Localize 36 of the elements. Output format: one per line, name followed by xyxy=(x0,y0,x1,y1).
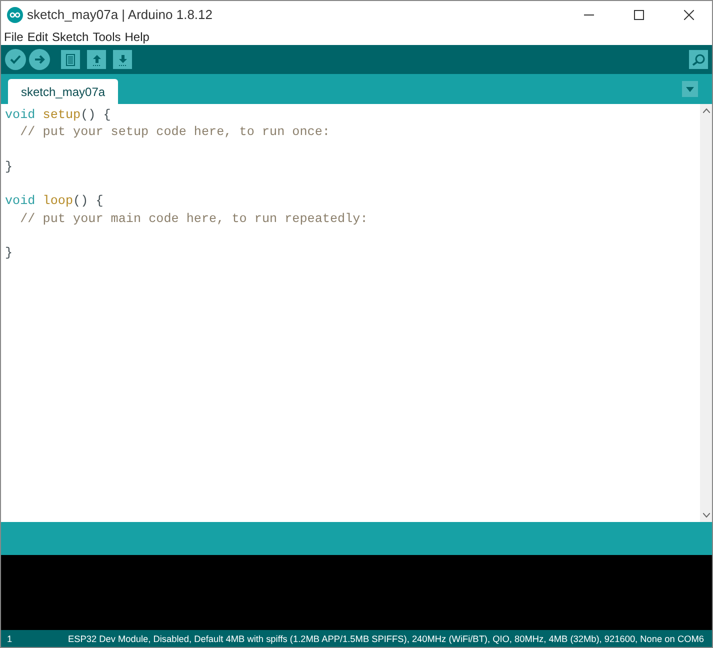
board-info: ESP32 Dev Module, Disabled, Default 4MB with spiffs (1.2MB APP/1.5MB SPIFFS), 240MHz (WiFi/BT), QIO, 80MHz, 4MB (32Mb), 921600, None on COM6 xyxy=(68,634,704,644)
upload-button[interactable] xyxy=(29,49,50,70)
line-number: 1 xyxy=(7,634,12,644)
minimize-icon xyxy=(584,14,594,16)
menu-item[interactable]: Tools xyxy=(92,30,121,44)
code-line: void setup() { xyxy=(5,107,112,124)
sketch-tab[interactable]: sketch_may07a xyxy=(8,79,118,104)
check-icon xyxy=(10,55,21,64)
arrow-right-icon xyxy=(34,55,44,64)
menu-item[interactable]: File xyxy=(4,30,24,44)
document-icon xyxy=(66,54,75,66)
scroll-down-icon xyxy=(702,513,710,518)
menu-item[interactable]: Help xyxy=(124,30,150,44)
code-editor[interactable]: void setup() { // put your setup code here, to run once: } void loop() { // put your main code here, to run repeatedly: } xyxy=(1,104,700,522)
code-line: // put your main code here, to run repeatedly: xyxy=(19,210,369,228)
search-icon xyxy=(692,53,706,66)
caret-icon xyxy=(686,86,694,92)
code-line: } xyxy=(5,158,14,176)
code-line: void loop() { xyxy=(5,193,104,210)
code-line: } xyxy=(5,245,14,262)
maximize-icon xyxy=(634,10,644,20)
code-line: // put your setup code here, to run once: xyxy=(19,124,331,142)
new-button[interactable] xyxy=(61,50,80,69)
menu-item[interactable]: Edit xyxy=(27,30,48,44)
close-icon xyxy=(684,10,694,20)
upload-arrow-icon xyxy=(92,54,102,66)
window-title: sketch_may07a | Arduino 1.8.12 xyxy=(27,7,214,22)
scroll-up-icon xyxy=(702,108,710,113)
verify-button[interactable] xyxy=(5,49,26,70)
tab-menu-button[interactable] xyxy=(682,81,698,97)
menu-item[interactable]: Sketch xyxy=(52,30,89,44)
download-arrow-icon xyxy=(118,54,128,66)
serial-monitor-button[interactable] xyxy=(689,50,708,69)
save-button[interactable] xyxy=(113,50,132,69)
open-button[interactable] xyxy=(87,50,106,69)
app-logo-icon xyxy=(7,6,23,22)
